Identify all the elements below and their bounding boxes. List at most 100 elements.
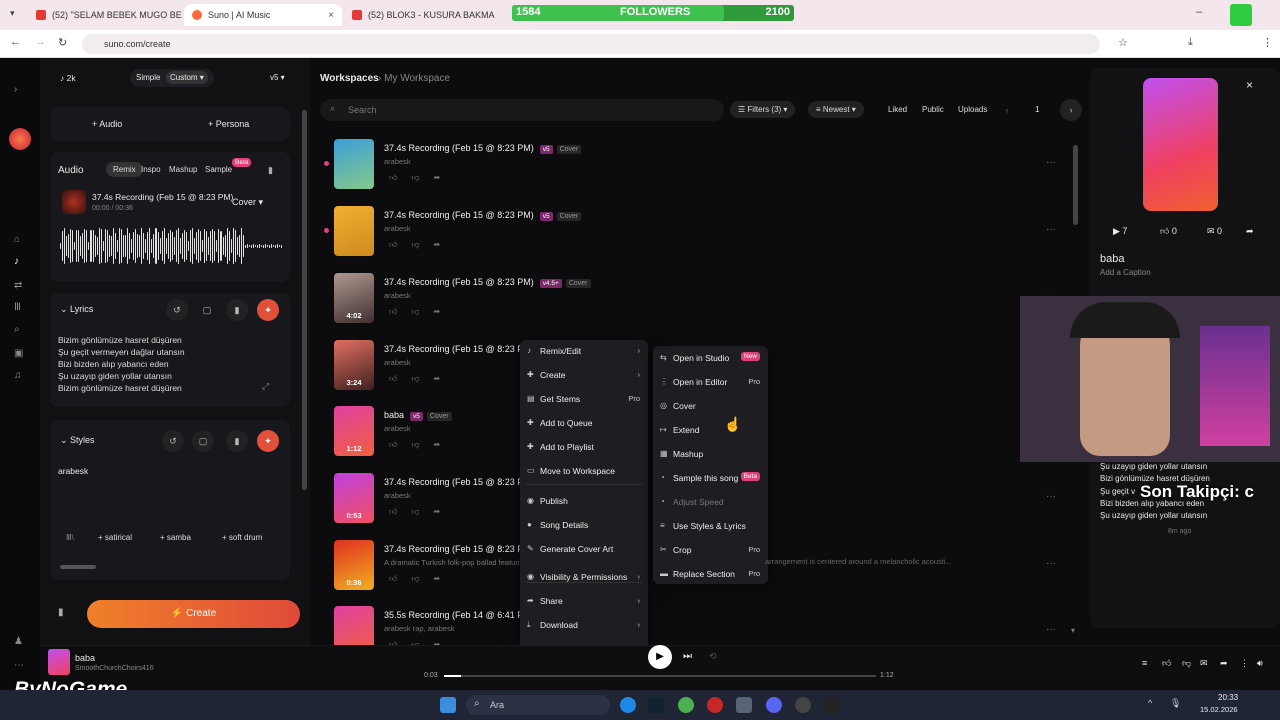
song-title[interactable]: 37.4s Recording (Feb 15 @ 8:23 PM)	[384, 544, 534, 554]
expand-icon[interactable]: ⤢	[262, 381, 269, 392]
menu-item-download[interactable]: ⤓ Download ›	[520, 615, 648, 635]
styles-header[interactable]: ⌄ Styles	[60, 435, 95, 446]
taskbar-search[interactable]: ⌕ Ara	[466, 695, 610, 715]
mic-icon[interactable]: 🎙︎	[1170, 698, 1181, 709]
tab-youtube-1[interactable]: (52) "SELAM BEBEK MUGO BEN×	[28, 4, 182, 26]
track-thumbnail[interactable]	[62, 190, 86, 214]
tag-soft-drum[interactable]: + soft drum	[222, 533, 262, 549]
song-title[interactable]: 37.4s Recording (Feb 15 @ 8:23 PM)	[384, 477, 534, 487]
more-icon[interactable]: ⋮	[1240, 658, 1249, 669]
submenu-item-extend[interactable]: ↦ Extend	[653, 420, 768, 440]
play-count[interactable]: ▶ 7	[1113, 226, 1127, 237]
menu-item-get-stems[interactable]: ▤ Get Stems Pro	[520, 389, 648, 409]
add-audio-button[interactable]: + Audio	[92, 119, 122, 129]
song-title[interactable]: 35.5s Recording (Feb 14 @ 6:41 PM)	[384, 610, 534, 620]
minimize-icon[interactable]: –	[1196, 6, 1202, 18]
song-title[interactable]: 37.4s Recording (Feb 15 @ 8:23 PM) v5 Cove…	[384, 210, 582, 221]
trash-icon[interactable]: ▮	[58, 607, 64, 618]
song-actions[interactable]: 👍︎👎︎➦	[389, 240, 454, 250]
song-title[interactable]: 37.4s Recording (Feb 15 @ 8:23 PM)	[384, 344, 534, 354]
more-icon[interactable]: ⋯	[14, 660, 24, 671]
caption-input[interactable]: Add a Caption	[1100, 268, 1151, 277]
song-actions[interactable]: 👍︎👎︎➦	[389, 574, 454, 584]
version-select[interactable]: v5 ▾	[270, 73, 285, 82]
song-actions[interactable]: 👍︎👎︎➦	[389, 507, 454, 517]
lyrics-header[interactable]: ⌄ Lyrics	[60, 304, 93, 315]
share-icon[interactable]: ➦	[1220, 658, 1228, 669]
lock-icon[interactable]: ▣	[14, 348, 23, 359]
chip-uploads[interactable]: Uploads	[952, 101, 993, 118]
back-icon[interactable]: ←	[10, 36, 21, 48]
mode-custom[interactable]: Custom ▾	[166, 71, 208, 84]
discord-icon[interactable]	[766, 697, 782, 713]
suno-logo-icon[interactable]	[9, 128, 31, 150]
song-actions[interactable]: 👍︎👎︎➦	[389, 307, 454, 317]
scroll-down-icon[interactable]: ▾	[1071, 626, 1075, 635]
song-row[interactable]: 37.4s Recording (Feb 15 @ 8:23 PM) v5 Cove…	[334, 139, 1064, 195]
song-row[interactable]: 37.4s Recording (Feb 15 @ 8:23 PM) v5 Cove…	[334, 206, 1064, 262]
player-artist[interactable]: SmoothChurchChoirs416	[75, 665, 154, 672]
song-thumbnail[interactable]: 0:36	[334, 540, 374, 590]
menu-item-add-to-queue[interactable]: ✚ Add to Queue	[520, 413, 648, 433]
close-icon[interactable]: ×	[328, 10, 334, 21]
home-icon[interactable]: ⌂	[14, 234, 20, 245]
volume-icon[interactable]: 🔊︎	[1257, 658, 1263, 669]
magic-icon[interactable]: ✦	[257, 299, 279, 321]
styles-input[interactable]: arabesk	[58, 466, 88, 476]
like-icon[interactable]: 👍︎	[1162, 658, 1171, 669]
settings-icon[interactable]	[795, 697, 811, 713]
tab-suno[interactable]: Suno | AI Music ×	[184, 4, 342, 26]
play-button[interactable]: ▶	[648, 645, 672, 669]
song-thumbnail[interactable]: 4:02	[334, 273, 374, 323]
song-thumbnail[interactable]: 3:24	[334, 340, 374, 390]
library-icon[interactable]: Ⅲ	[14, 302, 21, 313]
search-input[interactable]: ⌕ Search	[320, 99, 724, 121]
menu-item-move-to-workspace[interactable]: ▭ Move to Workspace	[520, 461, 648, 481]
menu-item-publish[interactable]: ◉ Publish	[520, 491, 648, 511]
panel-scrollbar[interactable]	[302, 110, 307, 490]
submenu-item-open-in-editor[interactable]: ⋮ Open in Editor Pro	[653, 372, 768, 392]
bookmark-icon[interactable]: ☆	[1118, 36, 1128, 49]
share-icon[interactable]: ➦	[1246, 226, 1254, 237]
create-button[interactable]: ⚡ Create	[87, 600, 300, 628]
song-actions[interactable]: 👍︎👎︎➦	[389, 173, 454, 183]
more-options-icon[interactable]: ···	[1046, 224, 1056, 235]
chip-liked[interactable]: Liked	[882, 101, 913, 118]
copy-icon[interactable]: ▢	[196, 299, 218, 321]
more-options-icon[interactable]: ···	[1046, 624, 1056, 635]
app-icon[interactable]	[736, 697, 752, 713]
undo-icon[interactable]: ↺	[162, 430, 184, 452]
trash-icon[interactable]: ▮	[268, 165, 273, 176]
menu-item-remix-edit[interactable]: ♪ Remix/Edit ›	[520, 341, 648, 361]
notifications-icon[interactable]: ♫	[14, 370, 22, 381]
sort-button[interactable]: ≡ Newest ▾	[808, 101, 864, 118]
submenu-item-sample-this-song[interactable]: ◔ Sample this song Beta	[653, 468, 768, 488]
trash-icon[interactable]: ▮	[226, 299, 248, 321]
seek-bar[interactable]	[444, 675, 876, 677]
steam-icon[interactable]	[648, 697, 664, 713]
list-scrollbar[interactable]	[1073, 145, 1078, 225]
search-icon[interactable]: ⌕	[14, 324, 20, 335]
share-icon[interactable]: ⇄	[14, 280, 22, 291]
menu-item-create[interactable]: ✚ Create ›	[520, 365, 648, 385]
comment-icon[interactable]: ✉	[1200, 658, 1208, 669]
tag-samba[interactable]: + samba	[160, 533, 191, 549]
more-options-icon[interactable]: ···	[1046, 558, 1056, 569]
menu-item-share[interactable]: ➦ Share ›	[520, 591, 648, 611]
chrome-icon[interactable]	[678, 697, 694, 713]
menu-item-generate-cover-art[interactable]: ✎ Generate Cover Art	[520, 539, 648, 559]
filters-button[interactable]: ☰ Filters (3) ▾	[730, 101, 796, 118]
song-thumbnail[interactable]	[334, 206, 374, 256]
submenu-item-crop[interactable]: ✂ Crop Pro	[653, 540, 768, 560]
submenu-item-use-styles-lyrics[interactable]: ≡ Use Styles & Lyrics	[653, 516, 768, 536]
comment-count[interactable]: ✉ 0	[1207, 226, 1222, 237]
reload-icon[interactable]: ↻	[58, 36, 67, 49]
menu-item-add-to-playlist[interactable]: ✚ Add to Playlist	[520, 437, 648, 457]
song-thumbnail[interactable]	[334, 139, 374, 189]
song-thumbnail[interactable]: 0:53	[334, 473, 374, 523]
song-actions[interactable]: 👍︎👎︎➦	[389, 440, 454, 450]
tab-search-icon[interactable]: ▾	[10, 8, 15, 19]
song-actions[interactable]: 👍︎👎︎➦	[389, 374, 454, 384]
song-title[interactable]: baba v5 Cover	[384, 410, 452, 421]
url-input[interactable]: suno.com/create	[82, 34, 1100, 54]
